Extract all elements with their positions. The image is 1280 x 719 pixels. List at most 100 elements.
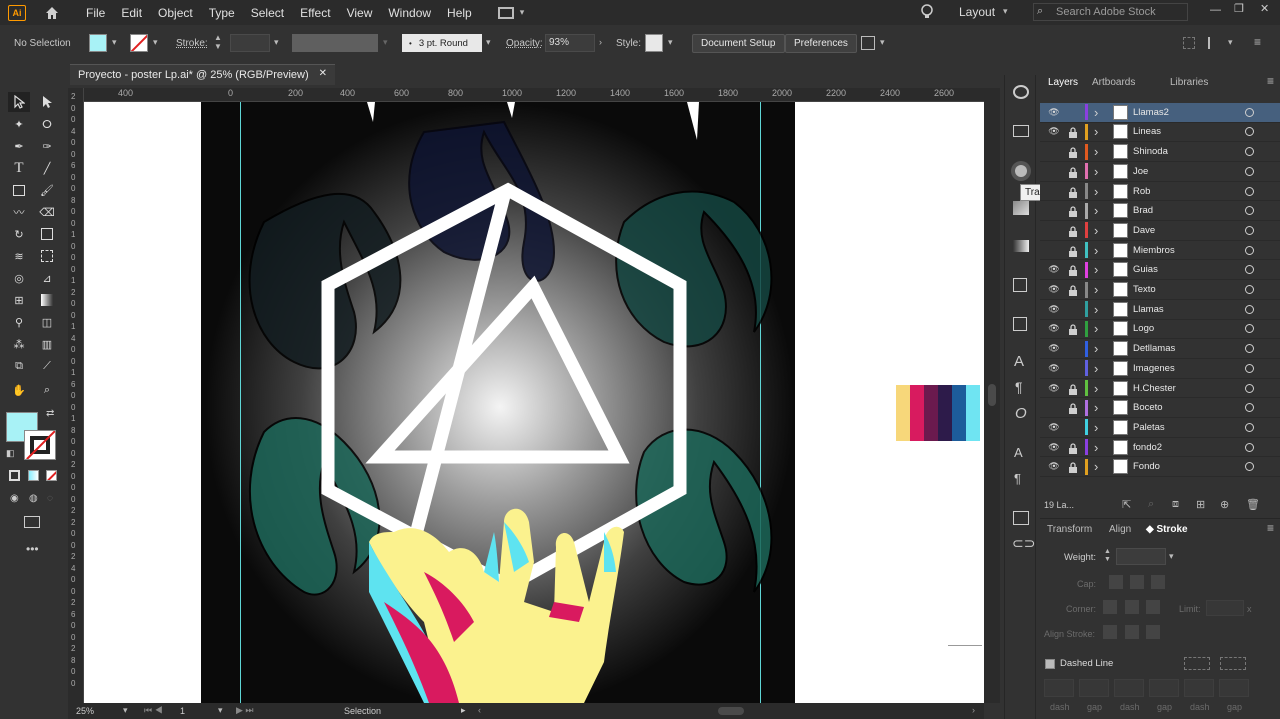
artboard-nav-next-icon[interactable]: ▶ ⏭ <box>236 705 254 716</box>
dash-field-2[interactable] <box>1114 679 1144 697</box>
rotate-tool[interactable]: ↻ <box>8 224 30 244</box>
lasso-tool[interactable]: ⵔ <box>36 114 58 134</box>
align-outside-button[interactable] <box>1146 625 1160 639</box>
align-center-button[interactable] <box>1103 625 1117 639</box>
menu-view[interactable]: View <box>347 6 373 20</box>
mesh-tool[interactable]: ⊞ <box>8 290 30 310</box>
menu-file[interactable]: File <box>86 6 105 20</box>
target-circle-icon[interactable] <box>1245 107 1254 117</box>
target-circle-icon[interactable] <box>1245 324 1254 334</box>
zoom-level[interactable]: 25% <box>76 706 94 716</box>
warp-tool[interactable]: ≋ <box>8 246 30 266</box>
layer-name[interactable]: Detllamas <box>1133 343 1175 354</box>
target-circle-icon[interactable] <box>1245 245 1254 255</box>
artwork-canvas[interactable] <box>84 102 984 703</box>
gradient-tool[interactable] <box>36 290 58 310</box>
pathfinder-icon[interactable] <box>1013 278 1027 292</box>
layer-name[interactable]: Texto <box>1133 284 1156 295</box>
layer-row[interactable]: 👁 › Fondo <box>1040 458 1280 478</box>
expand-chevron-icon[interactable]: › <box>1094 184 1098 199</box>
round-join-button[interactable] <box>1125 600 1139 614</box>
artboard-nav-icon[interactable]: ⏮ ◀ <box>144 705 163 716</box>
shape-builder-tool[interactable]: ◎ <box>8 268 30 288</box>
target-circle-icon[interactable] <box>1245 422 1254 432</box>
tab-align[interactable]: Align <box>1109 524 1131 535</box>
chevron-down-icon[interactable]: ▾ <box>123 705 128 716</box>
target-circle-icon[interactable] <box>1245 285 1254 295</box>
layer-row[interactable]: 👁 › Texto <box>1040 280 1280 300</box>
lock-icon[interactable] <box>1068 127 1078 139</box>
layer-name[interactable]: Llamas2 <box>1133 107 1169 118</box>
chevron-down-icon[interactable]: ▾ <box>218 705 223 716</box>
target-circle-icon[interactable] <box>1245 383 1254 393</box>
chevron-right-icon[interactable]: › <box>599 37 602 47</box>
stroke-label[interactable]: Stroke: <box>176 38 208 49</box>
line-tool[interactable]: ╱ <box>36 158 58 178</box>
layer-name[interactable]: Imagenes <box>1133 363 1175 374</box>
gradient-panel-icon[interactable] <box>1013 240 1029 252</box>
layer-row[interactable]: 👁 › Paletas <box>1040 418 1280 438</box>
dash-field-3[interactable] <box>1184 679 1214 697</box>
curvature-tool[interactable]: ✑ <box>36 136 58 156</box>
menu-select[interactable]: Select <box>251 6 284 20</box>
visibility-eye-icon[interactable]: 👁 <box>1048 126 1060 137</box>
scroll-right-icon[interactable]: › <box>972 705 975 715</box>
new-sublayer-icon[interactable]: ⊞ <box>1196 498 1205 511</box>
layer-name[interactable]: Joe <box>1133 166 1148 177</box>
scroll-thumb[interactable] <box>988 384 996 406</box>
target-circle-icon[interactable] <box>1245 304 1254 314</box>
screen-mode-icon[interactable] <box>24 516 40 528</box>
layer-name[interactable]: H.Chester <box>1133 383 1176 394</box>
tab-stroke[interactable]: ◆ Stroke <box>1146 524 1188 535</box>
menu-effect[interactable]: Effect <box>300 6 330 20</box>
delete-layer-icon[interactable]: 🗑 <box>1246 498 1260 511</box>
links-icon[interactable]: ⊂⊃ <box>1012 535 1035 552</box>
document-tab[interactable]: Proyecto - poster Lp.ai* @ 25% (RGB/Prev… <box>70 64 335 85</box>
layer-name[interactable]: Dave <box>1133 225 1155 236</box>
clipping-mask-icon[interactable]: ⧈ <box>1172 498 1179 511</box>
graphic-style-swatch[interactable] <box>645 34 663 52</box>
status-arrow-icon[interactable]: ▸ <box>461 705 466 716</box>
layer-name[interactable]: Llamas <box>1133 304 1164 315</box>
align-options-icon[interactable] <box>861 36 875 50</box>
artboard-tool[interactable]: ⧉ <box>8 356 30 376</box>
layer-name[interactable]: Rob <box>1133 186 1150 197</box>
lightbulb-icon[interactable] <box>920 4 934 20</box>
opacity-label[interactable]: Opacity: <box>506 38 543 49</box>
export-icon[interactable] <box>1013 511 1029 525</box>
color-mode-button[interactable] <box>9 470 20 481</box>
lock-icon[interactable] <box>1068 285 1078 297</box>
expand-chevron-icon[interactable]: › <box>1094 302 1098 317</box>
menu-help[interactable]: Help <box>447 6 472 20</box>
layer-name[interactable]: Guias <box>1133 264 1158 275</box>
vertical-scrollbar[interactable] <box>984 88 1000 703</box>
home-icon[interactable] <box>44 5 60 21</box>
menu-object[interactable]: Object <box>158 6 193 20</box>
visibility-eye-icon[interactable]: 👁 <box>1048 383 1060 394</box>
layer-row[interactable]: 👁 › Detllamas <box>1040 339 1280 359</box>
panel-menu-icon[interactable]: ≡ <box>1267 74 1274 88</box>
visibility-eye-icon[interactable]: 👁 <box>1048 363 1060 374</box>
close-tab-icon[interactable]: ✕ <box>319 68 327 79</box>
visibility-eye-icon[interactable]: 👁 <box>1048 264 1060 275</box>
panel-menu-icon[interactable]: ≡ <box>1267 521 1274 535</box>
expand-chevron-icon[interactable]: › <box>1094 223 1098 238</box>
expand-chevron-icon[interactable]: › <box>1094 381 1098 396</box>
layer-row[interactable]: › Boceto <box>1040 399 1280 419</box>
scroll-left-icon[interactable]: ‹ <box>478 705 481 715</box>
visibility-eye-icon[interactable]: 👁 <box>1048 107 1060 118</box>
target-circle-icon[interactable] <box>1245 403 1254 413</box>
visibility-eye-icon[interactable]: 👁 <box>1048 461 1060 472</box>
layer-row[interactable]: › Shinoda <box>1040 142 1280 162</box>
stroke-weight-field[interactable] <box>230 34 270 52</box>
miter-join-button[interactable] <box>1103 600 1117 614</box>
expand-chevron-icon[interactable]: › <box>1094 341 1098 356</box>
target-circle-icon[interactable] <box>1245 462 1254 472</box>
expand-chevron-icon[interactable]: › <box>1094 459 1098 474</box>
expand-chevron-icon[interactable]: › <box>1094 361 1098 376</box>
limit-field[interactable] <box>1206 600 1244 616</box>
bevel-join-button[interactable] <box>1146 600 1160 614</box>
layer-name[interactable]: fondo2 <box>1133 442 1162 453</box>
visibility-eye-icon[interactable]: 👁 <box>1048 323 1060 334</box>
visibility-eye-icon[interactable]: 👁 <box>1048 422 1060 433</box>
